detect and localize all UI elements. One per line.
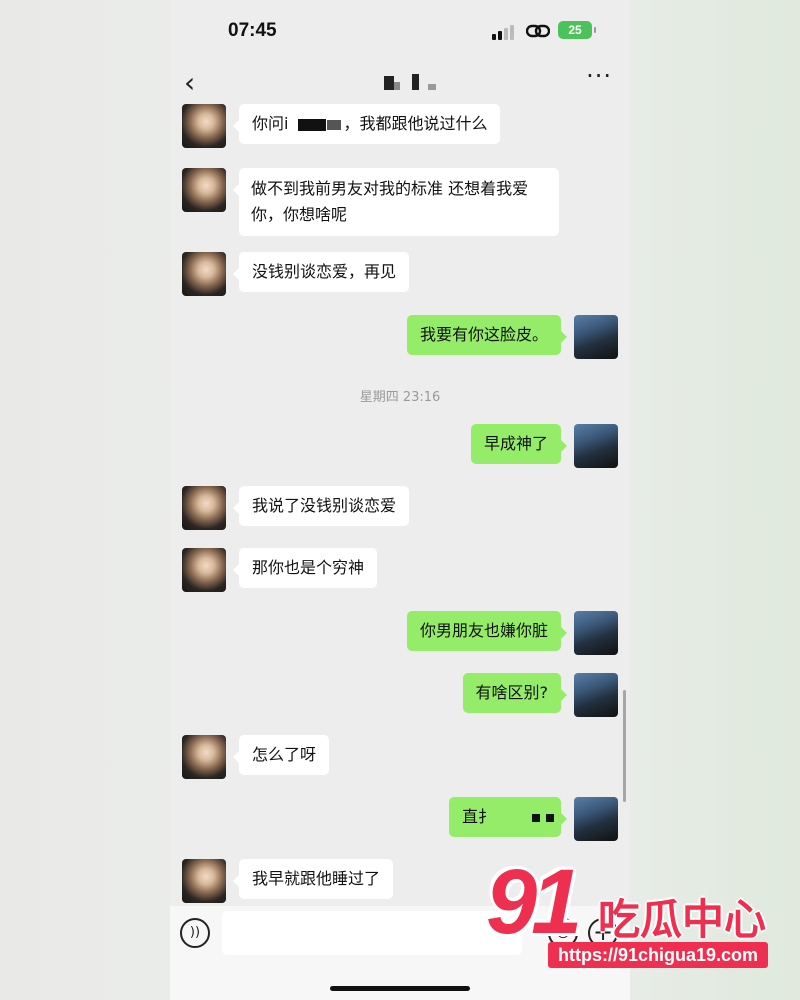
- site-watermark: 91 吃瓜中心 https://91chigua19.com: [486, 851, 786, 984]
- battery-icon: 25: [558, 21, 596, 39]
- message-bubble[interactable]: 我说了没钱别谈恋爱: [232, 486, 410, 526]
- home-indicator[interactable]: [330, 986, 470, 991]
- user-avatar[interactable]: [574, 797, 618, 841]
- message-bubble[interactable]: 早成神了: [470, 424, 568, 464]
- message-bubble[interactable]: 你问i ，我都跟他说过什么: [232, 104, 501, 144]
- censor-block: [532, 813, 541, 822]
- message-outgoing: 你男朋友也嫌你脏: [170, 611, 630, 657]
- contact-avatar[interactable]: [182, 252, 226, 296]
- message-timestamp: 星期四 23:16: [359, 390, 441, 405]
- message-text: 那你也是个穷神: [252, 558, 365, 577]
- message-bubble[interactable]: 那你也是个穷神: [232, 548, 378, 588]
- message-bubble[interactable]: 没钱别谈恋爱，再见: [232, 252, 410, 292]
- contact-avatar[interactable]: [182, 486, 226, 530]
- chat-header: ‹ ···: [170, 60, 630, 104]
- message-bubble[interactable]: 做不到我前男友对我的标准 还想着我爱你，你想啥呢: [233, 168, 559, 236]
- message-text: 我要有你这脸皮。: [419, 325, 548, 344]
- chat-title-redacted: [384, 72, 444, 94]
- message-bubble[interactable]: 你男朋友也嫌你脏: [406, 611, 568, 651]
- censor-block: [298, 118, 327, 131]
- user-avatar[interactable]: [574, 611, 618, 655]
- contact-avatar[interactable]: [182, 168, 226, 212]
- user-avatar[interactable]: [574, 673, 618, 717]
- message-text: ，我都跟他说过什么: [343, 114, 488, 133]
- message-text: 你问i: [252, 114, 289, 133]
- link-icon: [526, 24, 550, 38]
- message-outgoing: 我要有你这脸皮。: [170, 315, 630, 361]
- watermark-url: https://91chigua19.com: [548, 942, 769, 968]
- message-outgoing: 早成神了: [170, 424, 630, 470]
- contact-avatar[interactable]: [182, 548, 226, 592]
- message-text: 没钱别谈恋爱，再见: [252, 262, 397, 281]
- chevron-left-icon[interactable]: ‹: [184, 66, 195, 99]
- censor-block: [546, 813, 555, 822]
- voice-icon[interactable]: )): [180, 918, 210, 948]
- message-text: 怎么了呀: [252, 745, 317, 764]
- contact-avatar[interactable]: [182, 859, 226, 903]
- message-bubble[interactable]: 直扌: [449, 797, 567, 837]
- user-avatar[interactable]: [574, 315, 618, 359]
- watermark-name: 吃瓜中心: [598, 895, 767, 944]
- message-text: 你男朋友也嫌你脏: [419, 621, 548, 640]
- message-input[interactable]: [222, 911, 522, 955]
- message-outgoing: 直扌: [170, 797, 630, 843]
- message-bubble[interactable]: 有啥区别?: [462, 673, 567, 713]
- message-list[interactable]: 你问i ，我都跟他说过什么 做不到我前男友对我的标准 还想着我爱你，你想啥呢 没钱…: [170, 104, 630, 904]
- contact-avatar[interactable]: [182, 735, 226, 779]
- signal-icon: [492, 24, 518, 40]
- message-bubble[interactable]: 怎么了呀: [232, 735, 330, 775]
- censor-block: [327, 119, 342, 130]
- message-text: 做不到我前男友对我的标准 还想着我爱你，你想啥呢: [251, 179, 529, 224]
- message-text: 我早就跟他睡过了: [252, 869, 381, 888]
- contact-avatar[interactable]: [182, 104, 226, 148]
- more-options-button[interactable]: ···: [586, 62, 612, 90]
- status-bar: 07:45 25: [170, 0, 630, 60]
- watermark-number: 91: [486, 851, 582, 953]
- scrollbar[interactable]: [623, 690, 626, 802]
- message-text: 我说了没钱别谈恋爱: [252, 496, 397, 515]
- user-avatar[interactable]: [574, 424, 618, 468]
- status-time: 07:45: [228, 20, 277, 41]
- message-text: 有啥区别?: [475, 683, 549, 702]
- message-text: 早成神了: [483, 434, 548, 453]
- message-outgoing: 有啥区别?: [170, 673, 630, 719]
- message-text: 直扌: [462, 807, 495, 826]
- message-bubble[interactable]: 我早就跟他睡过了: [232, 859, 394, 899]
- message-bubble[interactable]: 我要有你这脸皮。: [406, 315, 568, 355]
